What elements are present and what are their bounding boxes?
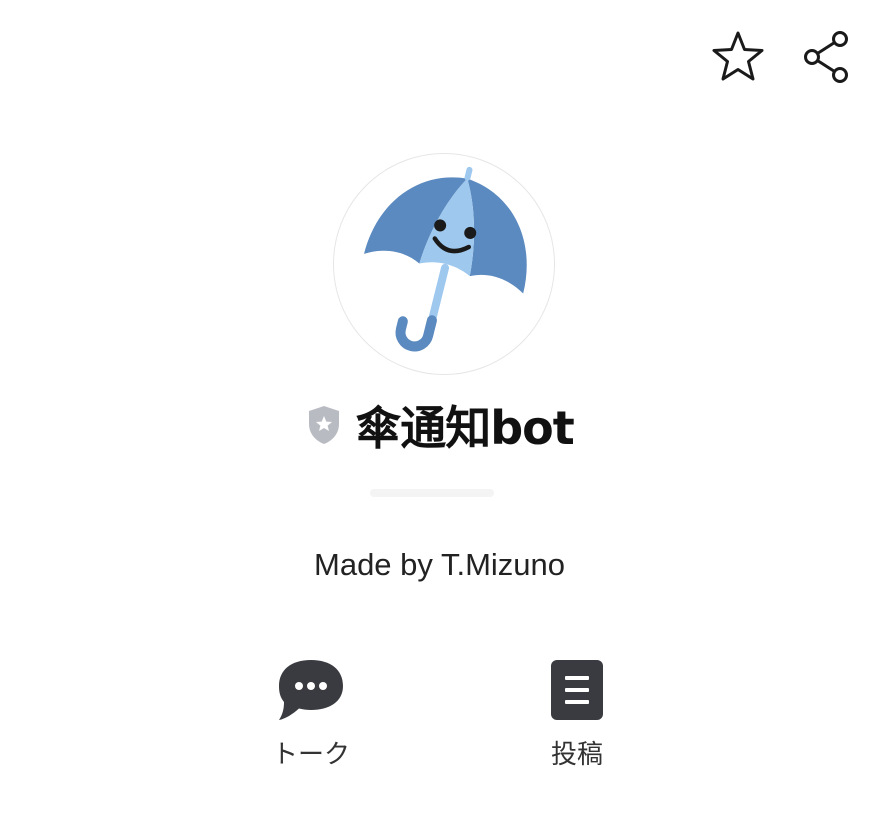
profile-name-row: 傘通知bot — [0, 392, 879, 458]
post-button[interactable]: 投稿 — [512, 654, 642, 771]
profile-page: 傘通知bot Made by T.Mizuno トーク 投稿 — [0, 0, 879, 821]
share-icon — [804, 31, 848, 83]
post-document-icon — [537, 654, 617, 726]
profile-avatar[interactable] — [333, 153, 555, 375]
favorite-button[interactable] — [709, 28, 767, 86]
talk-label: トーク — [271, 740, 350, 770]
status-message: Made by T.Mizuno — [314, 547, 565, 582]
divider — [370, 489, 494, 497]
post-label: 投稿 — [550, 740, 603, 770]
talk-button[interactable]: トーク — [246, 654, 376, 771]
top-actions — [709, 28, 855, 86]
chat-bubble-icon — [271, 654, 351, 726]
shield-star-icon — [305, 403, 343, 447]
share-button[interactable] — [797, 28, 855, 86]
umbrella-face-icon — [364, 166, 527, 352]
account-name: 傘通知bot — [355, 401, 575, 455]
star-outline-icon — [712, 31, 764, 81]
